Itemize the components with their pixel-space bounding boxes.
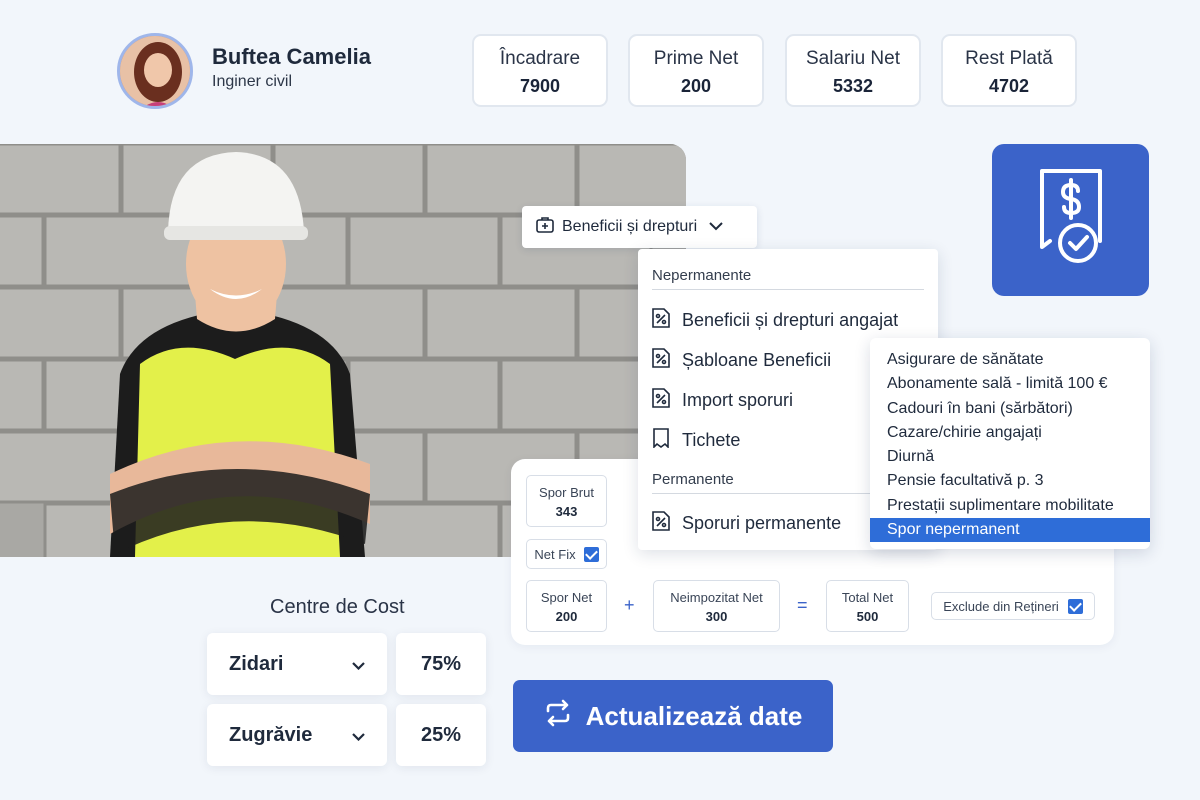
submenu-item-selected[interactable]: Spor nepermanent	[870, 518, 1150, 543]
spor-brut-value: 343	[555, 504, 578, 519]
net-fix-checkbox[interactable]: Net Fix	[526, 539, 607, 569]
cost-center-percent-input[interactable]: 25%	[396, 704, 486, 766]
profile-role: Inginer civil	[212, 73, 293, 90]
spor-brut-label: Spor Brut	[539, 485, 594, 500]
spor-net-field[interactable]: Spor Net 200	[526, 580, 607, 632]
submenu-item[interactable]: Abonamente sală - limită 100 €	[870, 372, 1150, 396]
avatar	[117, 33, 193, 109]
menu-item-label: Sporuri permanente	[682, 513, 842, 533]
menu-item-sporuri-permanente[interactable]: Sporuri permanente	[652, 511, 841, 536]
chevron-down-icon	[352, 653, 365, 676]
cost-center-percent: 75%	[420, 652, 462, 675]
menu-item-label: Import sporuri	[682, 390, 794, 410]
neimpozitat-net-value: 300	[705, 609, 728, 624]
stat-value: 4702	[988, 76, 1030, 96]
stat-value: 5332	[832, 76, 874, 96]
menu-item-import-sporuri[interactable]: Import sporuri	[652, 388, 793, 413]
dropdown-label: Beneficii și drepturi	[562, 218, 698, 235]
stat-incadrare: Încadrare 7900	[472, 34, 608, 107]
stat-value: 200	[680, 76, 712, 96]
total-net-field[interactable]: Total Net 500	[826, 580, 909, 632]
stat-salariu-net: Salariu Net 5332	[785, 34, 921, 107]
stat-label: Prime Net	[653, 48, 739, 69]
refresh-icon	[544, 699, 572, 734]
equals-sign: =	[797, 595, 808, 615]
menu-item-label: Beneficii și drepturi angajat	[682, 310, 899, 330]
section-nepermanente: Nepermanente	[652, 267, 752, 284]
benefits-dropdown[interactable]: Beneficii și drepturi	[522, 206, 757, 248]
checkbox-checked-icon[interactable]	[583, 546, 599, 562]
section-divider	[652, 289, 924, 290]
menu-item-beneficii-angajat[interactable]: Beneficii și drepturi angajat	[652, 308, 898, 333]
stat-prime-net: Prime Net 200	[628, 34, 764, 107]
profile-name: Buftea Camelia	[212, 44, 371, 69]
section-permanente: Permanente	[652, 471, 734, 488]
submenu-item[interactable]: Pensie facultativă p. 3	[870, 469, 1150, 493]
submenu-item[interactable]: Cadouri în bani (sărbători)	[870, 397, 1150, 421]
menu-item-label: Șabloane Beneficii	[682, 350, 832, 370]
chevron-down-icon	[709, 218, 723, 236]
submenu-item[interactable]: Prestații suplimentare mobilitate	[870, 494, 1150, 518]
total-net-value: 500	[856, 609, 879, 624]
benefit-types-submenu: Asigurare de sănătate Abonamente sală - …	[870, 338, 1150, 549]
plus-sign: +	[624, 595, 635, 615]
checkbox-checked-icon[interactable]	[1067, 598, 1083, 614]
spor-brut-field[interactable]: Spor Brut 343	[526, 475, 607, 527]
cost-center-percent-input[interactable]: 75%	[396, 633, 486, 695]
menu-item-label: Tichete	[682, 430, 741, 450]
neimpozitat-net-field[interactable]: Neimpozitat Net 300	[653, 580, 780, 632]
receipt-dollar-check-icon	[1028, 163, 1114, 278]
update-button-label: Actualizează date	[585, 700, 803, 731]
total-net-label: Total Net	[841, 590, 894, 605]
percent-tag-icon	[652, 348, 670, 373]
submenu-item[interactable]: Diurnă	[870, 445, 1150, 469]
submenu-item[interactable]: Asigurare de sănătate	[870, 348, 1150, 372]
menu-item-sabloane-beneficii[interactable]: Șabloane Beneficii	[652, 348, 831, 373]
cost-center-select[interactable]: Zugrăvie	[207, 704, 387, 766]
exclude-retineri-checkbox[interactable]: Exclude din Rețineri	[931, 592, 1095, 620]
stat-label: Rest Plată	[965, 48, 1053, 69]
spor-net-value: 200	[555, 609, 578, 624]
cost-center-name: Zugrăvie	[229, 723, 313, 746]
cost-center-select[interactable]: Zidari	[207, 633, 387, 695]
percent-tag-icon	[652, 511, 670, 536]
submenu-item[interactable]: Cazare/chirie angajați	[870, 421, 1150, 445]
chevron-down-icon	[352, 724, 365, 747]
percent-tag-icon	[652, 308, 670, 333]
update-data-button[interactable]: Actualizează date	[513, 680, 833, 752]
stat-value: 7900	[519, 76, 561, 96]
neimpozitat-net-label: Neimpozitat Net	[670, 590, 763, 605]
medical-kit-icon	[536, 216, 554, 238]
stat-label: Încadrare	[499, 48, 581, 69]
payslip-badge	[992, 144, 1149, 296]
cost-center-percent: 25%	[420, 723, 462, 746]
cost-center-name: Zidari	[229, 652, 284, 675]
ticket-icon	[652, 428, 670, 453]
stat-label: Salariu Net	[806, 48, 900, 69]
net-fix-label: Net Fix	[534, 546, 576, 562]
stat-rest-plata: Rest Plată 4702	[941, 34, 1077, 107]
menu-item-tichete[interactable]: Tichete	[652, 428, 740, 453]
exclude-retineri-label: Exclude din Rețineri	[943, 598, 1059, 614]
percent-tag-icon	[652, 388, 670, 413]
cost-centers-title: Centre de Cost	[270, 596, 405, 618]
spor-net-label: Spor Net	[540, 590, 593, 605]
